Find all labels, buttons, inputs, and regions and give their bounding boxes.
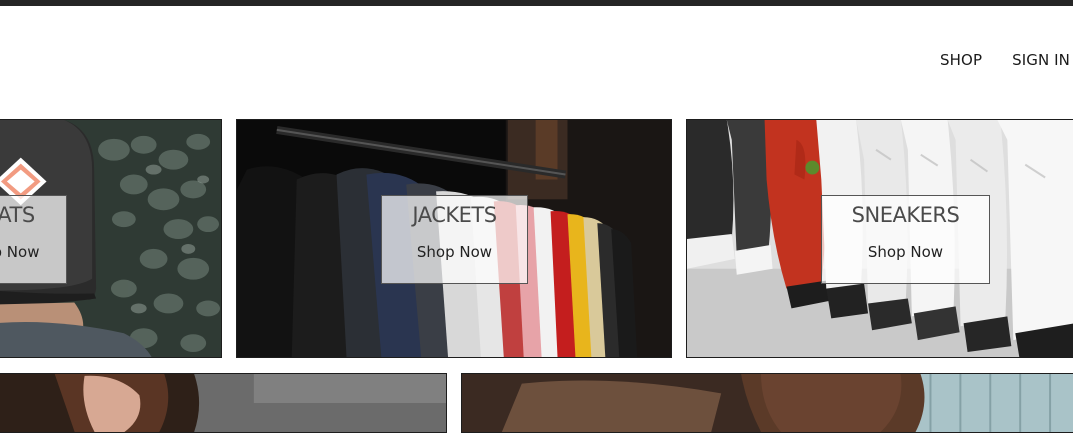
shop-now-link[interactable]: Shop Now [382,243,527,261]
shop-now-link[interactable]: Shop Now [822,243,989,261]
sneakers-label-box: SNEAKERS Shop Now [821,195,990,284]
nav-shop-link[interactable]: SHOP [940,51,982,69]
nav-sign-in-link[interactable]: SIGN IN [1012,51,1070,69]
category-tile-jackets[interactable]: JACKETS Shop Now [236,119,672,358]
category-title: SNEAKERS [851,203,960,227]
header-nav: SHOP SIGN IN [940,51,1073,69]
category-title: ATS [0,203,35,227]
mens-image [462,374,1073,432]
shop-now-link[interactable]: p Now [0,243,66,261]
jackets-label-box: JACKETS Shop Now [381,195,528,284]
hats-label-box: ATS p Now [0,195,67,284]
category-tile-hats[interactable]: ATS p Now [0,119,222,358]
category-title: JACKETS [412,203,497,227]
category-tile-womens[interactable] [0,373,447,433]
top-bar [0,0,1073,6]
womens-image [0,374,446,432]
category-tile-mens[interactable] [461,373,1073,433]
category-tile-sneakers[interactable]: SNEAKERS Shop Now [686,119,1073,358]
